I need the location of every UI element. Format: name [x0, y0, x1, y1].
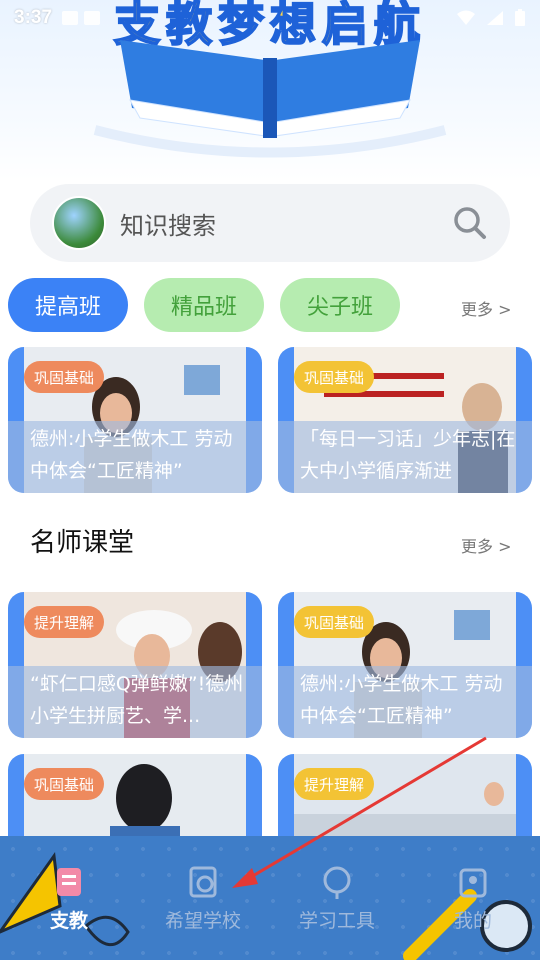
nav-zhijiao[interactable]: 支教 [14, 862, 124, 933]
search-placeholder: 知识搜索 [120, 211, 216, 240]
tab-tigao[interactable]: 提高班 [8, 278, 128, 332]
card-title: 「每日一习话」少年志|在大中小学循序渐进 [300, 428, 516, 482]
nav-wode[interactable]: 我的 [418, 862, 528, 933]
card-title: 德州:小学生做木工 劳动中体会“工匠精神” [300, 673, 503, 727]
wifi-icon [457, 10, 475, 25]
school-icon [189, 866, 217, 898]
class-card-2[interactable]: 巩固基础 「每日一习话」少年志|在大中小学循序渐进 [278, 347, 532, 493]
globe-icon [323, 866, 351, 899]
profile-icon [459, 868, 487, 898]
status-time: 3:37 [14, 7, 53, 28]
card-tag: 巩固基础 [294, 361, 375, 393]
teach-icon [57, 868, 81, 896]
card-tag: 提升理解 [24, 606, 105, 638]
card-tag: 巩固基础 [294, 606, 375, 638]
section-more-link[interactable]: 更多 > [461, 533, 512, 557]
card-title: “虾仁口感Q弹鲜嫩”!德州小学生拼厨艺、学... [30, 673, 244, 727]
card-tag: 提升理解 [294, 768, 375, 800]
nav-label: 我的 [453, 910, 492, 932]
image-notification-icon [62, 11, 79, 25]
search-icon[interactable] [452, 205, 488, 241]
bottom-nav: 支教 希望学校 学习工具 我的 [0, 836, 540, 960]
status-bar: 3:37 [0, 0, 540, 36]
app-notification-icon [84, 11, 101, 25]
section-title: 名师课堂 [30, 528, 135, 558]
card-title: 德州:小学生做木工 劳动中体会“工匠精神” [30, 428, 233, 482]
class-card-1[interactable]: 巩固基础 德州:小学生做木工 劳动中体会“工匠精神” [8, 347, 262, 493]
search-bar[interactable]: 知识搜索 [30, 184, 510, 262]
nav-xiwangxuexiao[interactable]: 希望学校 [148, 862, 258, 933]
nav-label: 支教 [49, 910, 88, 932]
tab-jianzi[interactable]: 尖子班 [280, 278, 400, 332]
teacher-card-1[interactable]: 提升理解 “虾仁口感Q弹鲜嫩”!德州小学生拼厨艺、学... [8, 592, 262, 738]
nav-label: 希望学校 [164, 910, 241, 932]
search-avatar [52, 196, 106, 250]
card-tag: 巩固基础 [24, 361, 105, 393]
class-tabs: 提高班 精品班 尖子班 [8, 278, 532, 332]
class-more-link[interactable]: 更多 > [461, 296, 512, 320]
battery-icon [515, 9, 525, 26]
signal-icon [487, 11, 503, 25]
card-tag: 巩固基础 [24, 768, 105, 800]
nav-label: 学习工具 [298, 910, 375, 932]
tab-jingpin[interactable]: 精品班 [144, 278, 264, 332]
nav-xuexigongju[interactable]: 学习工具 [282, 862, 392, 933]
teacher-card-2[interactable]: 巩固基础 德州:小学生做木工 劳动中体会“工匠精神” [278, 592, 532, 738]
